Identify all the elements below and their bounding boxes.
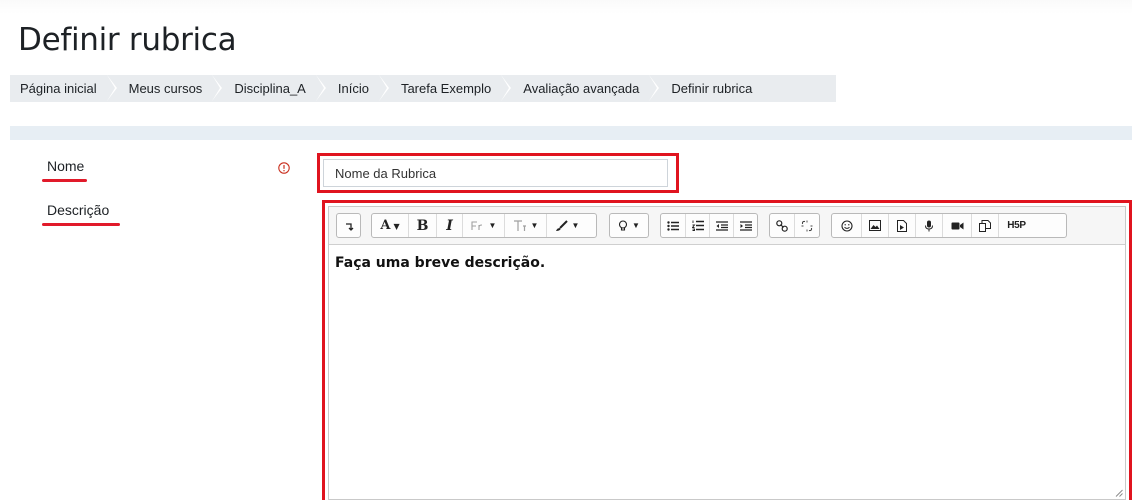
toolbar-group-links bbox=[769, 213, 820, 238]
breadcrumb-label: Início bbox=[337, 81, 369, 96]
record-audio-button[interactable] bbox=[915, 214, 942, 237]
breadcrumb-item-advanced-grading[interactable]: Avaliação avançada bbox=[501, 75, 660, 102]
description-text: Faça uma breve descrição. bbox=[335, 255, 546, 271]
toolbar-group-insert: H5P bbox=[831, 213, 1067, 238]
font-family-icon bbox=[470, 220, 482, 230]
indent-button[interactable] bbox=[733, 214, 757, 237]
unordered-list-button[interactable] bbox=[661, 214, 685, 237]
breadcrumb: Página inicial Meus cursos Disciplina_A … bbox=[10, 75, 836, 102]
breadcrumb-label: Página inicial bbox=[20, 81, 97, 96]
font-family-button[interactable]: ▼ bbox=[462, 214, 504, 237]
collapse-icon bbox=[345, 222, 353, 231]
breadcrumb-label: Disciplina_A bbox=[234, 81, 306, 96]
insert-media-button[interactable] bbox=[888, 214, 915, 237]
link-button[interactable] bbox=[770, 214, 794, 237]
bold-button[interactable]: B bbox=[408, 214, 436, 237]
name-label-underline bbox=[42, 179, 87, 182]
page-title: Definir rubrica bbox=[18, 22, 237, 58]
breadcrumb-label: Tarefa Exemplo bbox=[400, 81, 492, 96]
accessibility-button[interactable]: ▼ bbox=[610, 214, 648, 237]
manage-files-button[interactable] bbox=[971, 214, 998, 237]
toolbar-group-text-style: A ▼ B I ▼ ▼ ▼ bbox=[371, 213, 597, 238]
breadcrumb-item-my-courses[interactable]: Meus cursos bbox=[107, 75, 223, 102]
breadcrumb-item-home[interactable]: Página inicial bbox=[10, 75, 117, 102]
font-size-icon bbox=[513, 219, 526, 231]
rubric-name-input[interactable] bbox=[323, 159, 668, 187]
ordered-list-icon bbox=[691, 220, 704, 231]
breadcrumb-item-assignment[interactable]: Tarefa Exemplo bbox=[379, 75, 512, 102]
emoji-button[interactable] bbox=[832, 214, 861, 237]
italic-button[interactable]: I bbox=[436, 214, 462, 237]
smiley-icon bbox=[840, 219, 853, 232]
resize-handle-icon[interactable] bbox=[1115, 489, 1123, 497]
link-icon bbox=[776, 219, 789, 232]
section-header-bar bbox=[10, 126, 1132, 140]
copy-files-icon bbox=[979, 219, 991, 232]
collapse-toolbar-button[interactable] bbox=[337, 214, 360, 237]
ordered-list-button[interactable] bbox=[685, 214, 709, 237]
breadcrumb-item-define-rubric[interactable]: Definir rubrica bbox=[649, 75, 774, 102]
insert-h5p-button[interactable]: H5P bbox=[998, 214, 1034, 237]
editor-toolbar: A ▼ B I ▼ ▼ ▼ ▼ H5P bbox=[329, 207, 1125, 245]
lightbulb-icon bbox=[618, 219, 628, 231]
image-icon bbox=[869, 220, 881, 231]
brush-button[interactable]: ▼ bbox=[546, 214, 586, 237]
brush-icon bbox=[555, 219, 568, 231]
breadcrumb-item-course[interactable]: Disciplina_A bbox=[212, 75, 326, 102]
top-band bbox=[0, 0, 1132, 14]
indent-icon bbox=[739, 220, 752, 231]
description-label-underline bbox=[42, 223, 120, 226]
unlink-icon bbox=[801, 220, 813, 231]
outdent-button[interactable] bbox=[709, 214, 733, 237]
microphone-icon bbox=[925, 220, 933, 231]
unordered-list-icon bbox=[667, 220, 679, 231]
description-editor[interactable]: A ▼ B I ▼ ▼ ▼ ▼ H5P Faça uma breve descr… bbox=[328, 206, 1126, 500]
name-label: Nome bbox=[47, 158, 85, 174]
description-label: Descrição bbox=[47, 202, 110, 218]
video-camera-icon bbox=[951, 222, 963, 229]
breadcrumb-label: Definir rubrica bbox=[671, 81, 753, 96]
media-file-icon bbox=[897, 219, 907, 232]
font-size-button[interactable]: ▼ bbox=[504, 214, 546, 237]
breadcrumb-label: Meus cursos bbox=[128, 81, 203, 96]
outdent-icon bbox=[715, 220, 728, 231]
toolbar-group-accessibility: ▼ bbox=[609, 213, 649, 238]
unlink-button[interactable] bbox=[794, 214, 819, 237]
insert-image-button[interactable] bbox=[861, 214, 888, 237]
exclamation-circle-icon bbox=[278, 162, 290, 174]
font-color-button[interactable]: A ▼ bbox=[372, 214, 408, 237]
breadcrumb-label: Avaliação avançada bbox=[523, 81, 640, 96]
toolbar-group-collapse bbox=[336, 213, 361, 238]
toolbar-group-lists bbox=[660, 213, 758, 238]
record-video-button[interactable] bbox=[942, 214, 971, 237]
